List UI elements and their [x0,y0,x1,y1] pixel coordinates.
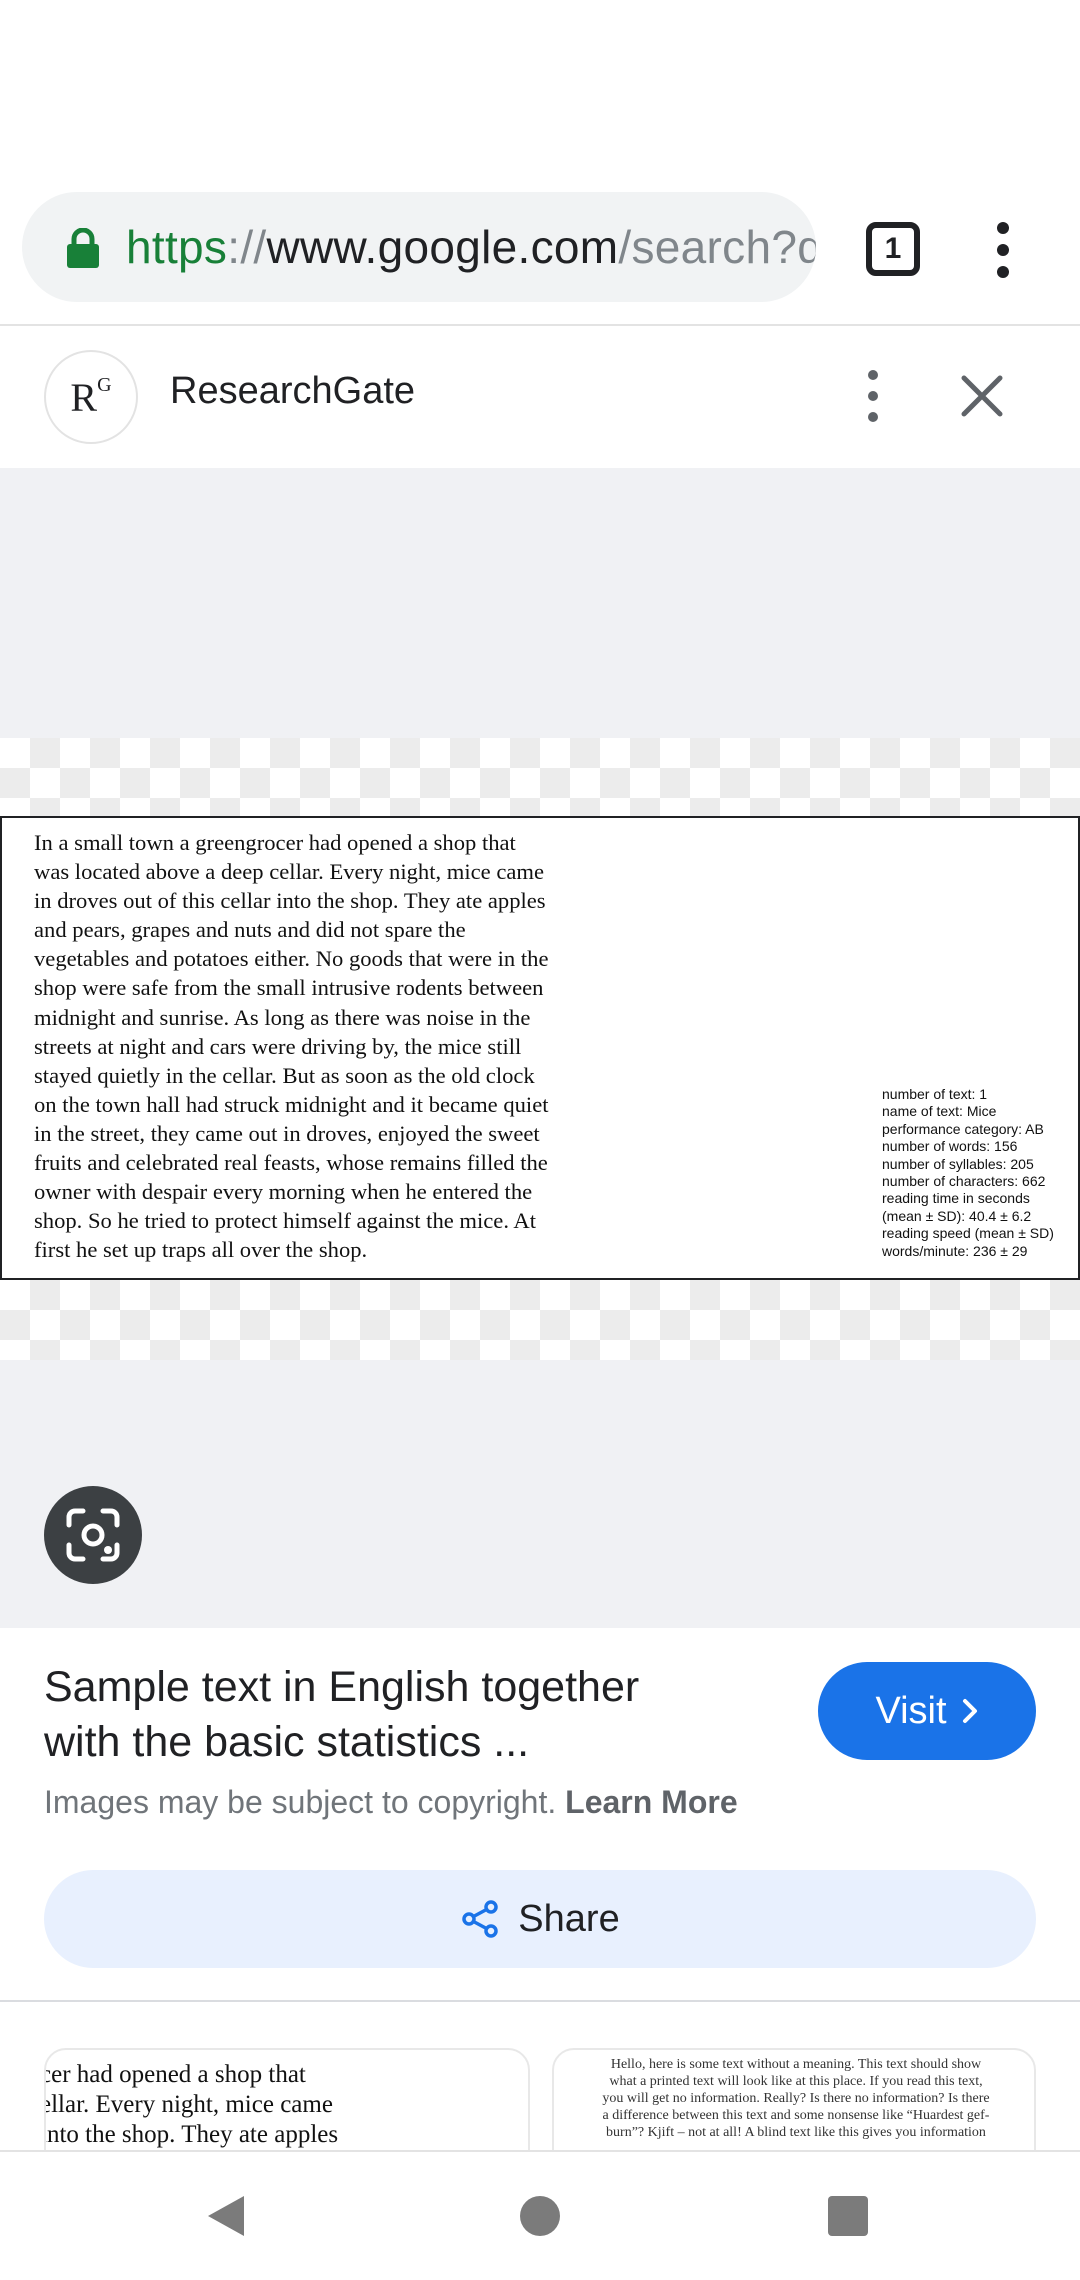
thumbnail-line: into the shop. They ate apples [44,2121,339,2148]
passage-line: fruits and celebrated real feasts, whose… [34,1150,548,1176]
share-button[interactable]: Share [44,1870,1036,1968]
related-images: cer had opened a shop that ellar. Every … [0,2004,1080,2150]
image-passage-text: In a small town a greengrocer had opened… [34,828,634,1264]
stats-line: number of words: 156 [882,1138,1018,1155]
passage-line: first he set up traps all over the shop. [34,1237,368,1263]
source-header: RG ResearchGate [0,326,1080,466]
passage-line: and pears, grapes and nuts and did not s… [34,917,466,943]
source-name[interactable]: ResearchGate [170,370,415,413]
logo-superscript: G [97,373,112,396]
thumbnail-line: you will get no information. Really? Is … [602,2091,990,2106]
thumbnail-text: cer had opened a shop that ellar. Every … [44,2060,339,2150]
passage-line: was located above a deep cellar. Every n… [34,859,545,885]
image-title[interactable]: Sample text in English together with the… [44,1660,744,1770]
copyright-text: Images may be subject to copyright. [44,1784,557,1820]
thumbnail-line: what a printed text will look like at th… [609,2074,983,2089]
stats-line: reading time in seconds [882,1190,1030,1207]
tab-count: 1 [884,232,902,265]
transparency-pattern [0,738,1080,818]
back-icon[interactable] [204,2192,248,2240]
share-label: Share [518,1897,620,1940]
url-host: www.google.com [266,221,619,273]
lock-icon [67,228,99,268]
close-icon[interactable] [958,372,1006,420]
more-options-icon[interactable] [980,220,1026,280]
passage-line: In a small town a greengrocer had opened… [34,830,516,855]
copyright-notice: Images may be subject to copyright. Lear… [44,1784,738,1821]
passage-line: shop. So he tried to protect himself aga… [34,1208,536,1234]
url-text[interactable]: https://www.google.com/search?q [126,220,816,274]
thumbnail-line: cer had opened a shop that [44,2061,306,2088]
preview-image[interactable]: In a small town a greengrocer had opened… [0,816,1080,1280]
transparency-pattern [0,1280,1080,1360]
stats-line: number of syllables: 205 [882,1155,1034,1172]
url-scheme: https [126,221,228,273]
tab-switcher-button[interactable]: 1 [866,222,920,276]
chevron-right-icon [962,1699,977,1723]
source-more-icon[interactable] [858,366,888,426]
visit-label: Visit [875,1689,947,1732]
thumbnail-text: Hello, here is some text without a meani… [564,2056,1028,2141]
url-path: /search?q [618,221,816,273]
title-line: with the basic statistics ... [44,1718,530,1766]
image-viewer: In a small town a greengrocer had opened… [0,468,1080,1628]
stats-line: words/minute: 236 ± 29 [882,1242,1028,1259]
stats-line: number of text: 1 [882,1086,988,1102]
related-thumbnail[interactable]: cer had opened a shop that ellar. Every … [44,2048,530,2150]
stats-line: (mean ± SD): 40.4 ± 6.2 [882,1207,1032,1224]
stats-line: name of text: Mice [882,1103,997,1120]
passage-line: owner with despair every morning when he… [34,1179,533,1205]
system-nav-bar [0,2150,1080,2280]
passage-line: on the town hall had struck midnight and… [34,1091,549,1117]
lens-search-button[interactable] [44,1486,142,1584]
title-line: Sample text in English together [44,1663,640,1711]
thumbnail-line: a difference between this text and some … [602,2108,990,2123]
learn-more-link[interactable]: Learn More [565,1784,737,1820]
image-stats-text: number of text: 1 name of text: Mice per… [882,1086,1054,1260]
passage-line: in the street, they came out in droves, … [34,1120,540,1146]
share-icon [462,1900,499,1938]
recents-icon[interactable] [828,2196,868,2236]
passage-line: midnight and sunrise. As long as there w… [34,1004,531,1030]
address-bar[interactable]: https://www.google.com/search?q [22,192,816,302]
browser-toolbar: https://www.google.com/search?q 1 [0,180,1080,326]
thumbnail-line: ellar. Every night, mice came [44,2091,333,2118]
stats-line: number of characters: 662 [882,1173,1046,1190]
passage-line: stayed quietly in the cellar. But as soo… [34,1062,535,1088]
passage-line: vegetables and potatoes either. No goods… [34,946,549,972]
passage-line: streets at night and cars were driving b… [34,1033,522,1059]
logo-letters: R [70,374,98,420]
passage-line: in droves out of this cellar into the sh… [34,888,546,914]
lens-icon [66,1508,120,1562]
thumbnail-line: Hello, here is some text without a meani… [610,2057,982,2072]
image-info-panel: Sample text in English together with the… [0,1628,1080,2002]
status-bar [0,0,1080,180]
passage-line: shop were safe from the small intrusive … [34,975,544,1001]
url-separator: :// [227,221,267,273]
stats-line: performance category: AB [882,1120,1044,1137]
visit-button[interactable]: Visit [818,1662,1036,1760]
thumbnail-line: burn”? Kjift – not at all! A blind text … [606,2125,986,2140]
related-thumbnail[interactable]: Hello, here is some text without a meani… [552,2048,1036,2150]
source-logo[interactable]: RG [44,350,138,444]
home-icon[interactable] [520,2196,560,2236]
stats-line: reading speed (mean ± SD) [882,1225,1054,1242]
